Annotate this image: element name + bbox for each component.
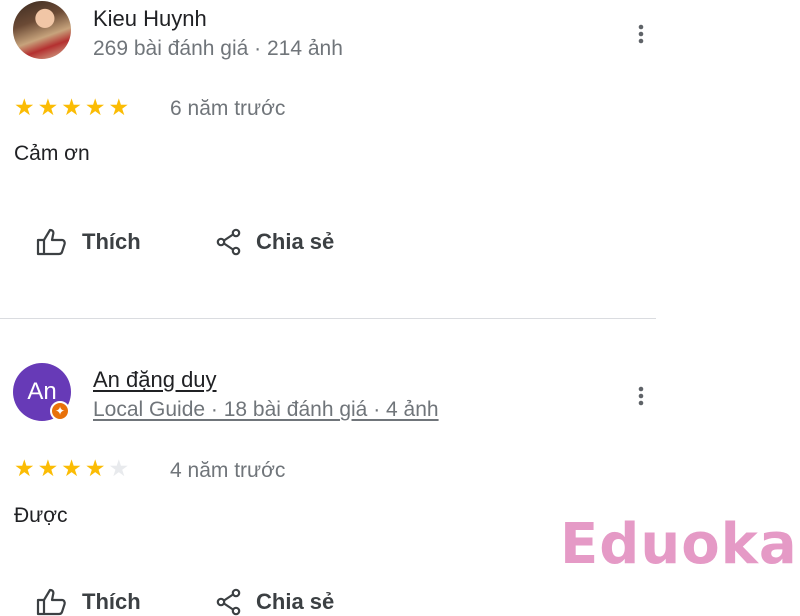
like-label: Thích	[82, 589, 141, 614]
more-vert-icon[interactable]	[631, 384, 651, 408]
share-icon	[216, 228, 241, 256]
star-icon: ★	[14, 455, 38, 481]
reviewer-meta[interactable]: 269 bài đánh giá · 214 ảnh	[93, 37, 343, 61]
like-label: Thích	[82, 229, 141, 254]
share-label: Chia sẻ	[256, 589, 335, 614]
share-icon	[216, 588, 241, 616]
avatar[interactable]	[13, 1, 71, 59]
review-time: 6 năm trước	[170, 97, 286, 120]
star-rating: ★★★★★	[14, 94, 132, 121]
star-icon: ★	[84, 94, 109, 120]
review-text: Cảm ơn	[14, 142, 90, 165]
share-button[interactable]: Chia sẻ	[216, 228, 334, 256]
like-button[interactable]: Thích	[36, 228, 141, 256]
thumb-up-icon	[36, 588, 66, 616]
more-vert-icon[interactable]	[631, 22, 651, 46]
reviewer-name[interactable]: Kieu Huynh	[93, 6, 207, 32]
star-rating: ★★★★★	[14, 455, 132, 482]
review-time: 4 năm trước	[170, 459, 286, 482]
share-button[interactable]: Chia sẻ	[216, 588, 334, 616]
watermark-logo: Eduoka	[560, 512, 798, 577]
star-icon: ★	[61, 94, 85, 120]
star-icon: ★	[61, 455, 85, 481]
star-icon: ★	[108, 94, 133, 120]
review-text: Được	[14, 504, 68, 527]
thumb-up-icon	[36, 228, 66, 256]
review-divider	[0, 318, 656, 319]
reviewer-meta[interactable]: Local Guide · 18 bài đánh giá · 4 ảnh	[93, 398, 439, 422]
reviewer-name[interactable]: An đặng duy	[93, 367, 217, 393]
star-icon: ★	[37, 94, 62, 120]
local-guide-badge-icon: ✦	[50, 401, 70, 421]
share-label: Chia sẻ	[256, 229, 335, 254]
star-empty-icon: ★	[108, 455, 133, 481]
star-icon: ★	[14, 94, 38, 120]
star-icon: ★	[37, 455, 62, 481]
star-icon: ★	[84, 455, 109, 481]
like-button[interactable]: Thích	[36, 588, 141, 616]
